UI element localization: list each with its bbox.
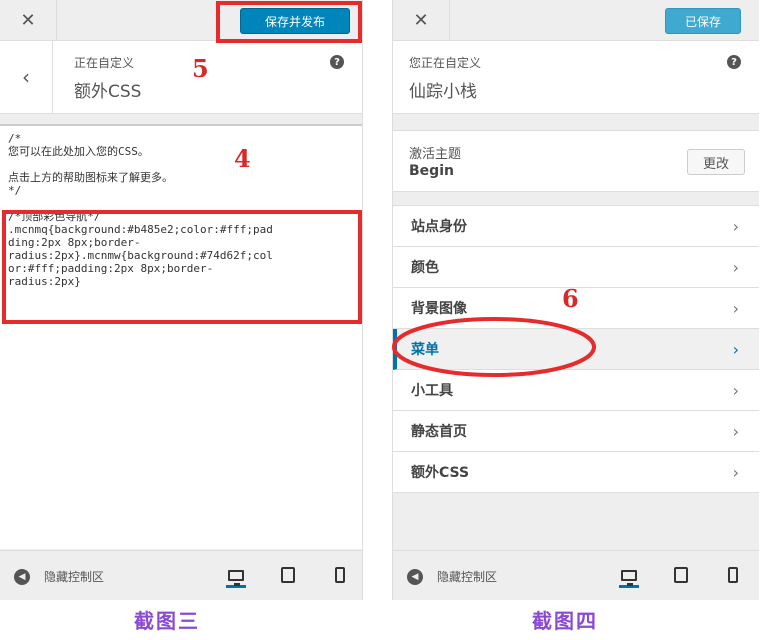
menu-item-label: 颜色	[411, 260, 439, 276]
menu-item-label: 额外CSS	[411, 465, 470, 481]
menu-item-label: 站点身份	[411, 219, 467, 235]
theme-label: 激活主题	[409, 147, 462, 162]
menu-item-static-front-page[interactable]: 静态首页 ›	[393, 411, 759, 452]
annotation-number-6: 6	[562, 284, 579, 313]
footer-bar: ◀ 隐藏控制区	[393, 550, 759, 600]
header-subtitle: 您正在自定义	[409, 56, 482, 70]
code-line: */	[8, 184, 22, 197]
close-icon[interactable]: ✕	[0, 0, 57, 40]
highlight-publish	[216, 1, 362, 43]
chevron-right-icon: ›	[732, 299, 739, 318]
desktop-preview-icon[interactable]	[619, 565, 639, 588]
annotation-number-5: 5	[192, 54, 209, 83]
highlight-css	[2, 210, 362, 324]
top-bar: ✕ 已保存	[393, 0, 759, 41]
collapse-icon: ◀	[407, 568, 423, 585]
caption-screenshot4: 截图四	[532, 609, 598, 633]
footer-bar: ◀ 隐藏控制区	[0, 550, 362, 600]
code-line: /*	[8, 132, 22, 145]
chevron-right-icon: ›	[732, 340, 739, 359]
hide-controls-button[interactable]: ◀ 隐藏控制区	[14, 568, 104, 585]
menu-item-label: 小工具	[411, 383, 453, 399]
chevron-right-icon: ›	[732, 381, 739, 400]
code-line: 点击上方的帮助图标来了解更多。	[8, 171, 173, 184]
menu-item-additional-css[interactable]: 额外CSS ›	[393, 452, 759, 493]
chevron-right-icon: ›	[732, 422, 739, 441]
theme-name: Begin	[409, 163, 454, 179]
annotation-number-4: 4	[234, 144, 251, 173]
active-theme-section: 激活主题 Begin 更改	[393, 130, 759, 192]
collapse-icon: ◀	[14, 568, 30, 585]
panel-header: 您正在自定义 仙踪小栈 ?	[393, 41, 759, 114]
hide-controls-button[interactable]: ◀ 隐藏控制区	[407, 568, 497, 585]
help-icon[interactable]: ?	[727, 55, 741, 69]
change-theme-button[interactable]: 更改	[687, 149, 745, 175]
chevron-right-icon: ›	[732, 258, 739, 277]
menu-item-label: 静态首页	[411, 424, 467, 440]
back-arrow-icon[interactable]: ‹	[0, 41, 53, 113]
saved-button[interactable]: 已保存	[665, 8, 741, 34]
menu-item-colors[interactable]: 颜色 ›	[393, 247, 759, 288]
menu-item-site-identity[interactable]: 站点身份 ›	[393, 206, 759, 247]
caption-screenshot3: 截图三	[134, 609, 200, 633]
hide-controls-label: 隐藏控制区	[437, 570, 498, 584]
tablet-preview-icon[interactable]	[671, 565, 691, 585]
chevron-right-icon: ›	[732, 463, 739, 482]
page-title: 额外CSS	[74, 82, 142, 102]
help-icon[interactable]: ?	[330, 55, 344, 69]
css-editor[interactable]: /* 您可以在此处加入您的CSS。 点击上方的帮助图标来了解更多。 *//*顶部彩色导…	[0, 124, 362, 549]
close-icon[interactable]: ✕	[393, 0, 450, 40]
header-subtitle: 正在自定义	[74, 56, 135, 70]
highlight-menu-ellipse	[392, 317, 596, 377]
chevron-right-icon: ›	[732, 217, 739, 236]
mobile-preview-icon[interactable]	[723, 565, 743, 585]
desktop-preview-icon[interactable]	[226, 565, 246, 588]
mobile-preview-icon[interactable]	[330, 565, 350, 585]
hide-controls-label: 隐藏控制区	[44, 570, 105, 584]
code-line: 您可以在此处加入您的CSS。	[8, 145, 149, 158]
section-header: ‹ 正在自定义 额外CSS ?	[0, 41, 362, 114]
tablet-preview-icon[interactable]	[278, 565, 298, 585]
site-title: 仙踪小栈	[409, 82, 477, 102]
